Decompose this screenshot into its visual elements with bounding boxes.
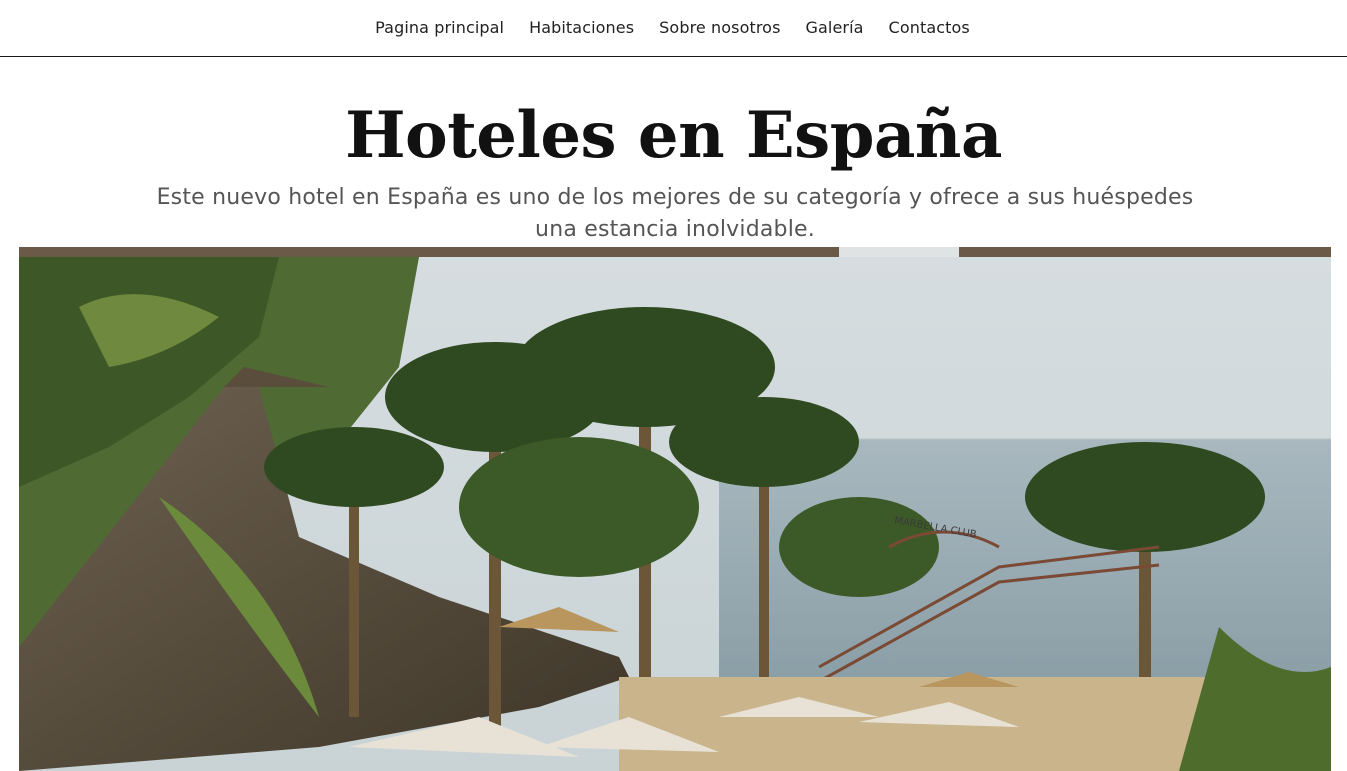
top-navigation: Pagina principal Habitaciones Sobre noso… bbox=[0, 0, 1347, 57]
hero-photo-illustration: MARBELLA CLUB bbox=[19, 247, 1331, 771]
nav-link-home[interactable]: Pagina principal bbox=[375, 18, 504, 37]
nav-item-gallery: Galería bbox=[806, 18, 864, 38]
nav-item-rooms: Habitaciones bbox=[529, 18, 634, 38]
page-subtitle: Este nuevo hotel en España es uno de los… bbox=[156, 185, 1194, 242]
nav-link-rooms[interactable]: Habitaciones bbox=[529, 18, 634, 37]
nav-item-about: Sobre nosotros bbox=[659, 18, 780, 38]
page-title: Hoteles en España bbox=[345, 98, 1002, 173]
nav-menu: Pagina principal Habitaciones Sobre noso… bbox=[375, 18, 970, 38]
nav-link-contacts[interactable]: Contactos bbox=[889, 18, 970, 37]
hero-image: MARBELLA CLUB bbox=[19, 247, 1331, 771]
nav-item-home: Pagina principal bbox=[375, 18, 504, 38]
nav-item-contacts: Contactos bbox=[889, 18, 970, 38]
nav-link-about[interactable]: Sobre nosotros bbox=[659, 18, 780, 37]
nav-link-gallery[interactable]: Galería bbox=[806, 18, 864, 37]
